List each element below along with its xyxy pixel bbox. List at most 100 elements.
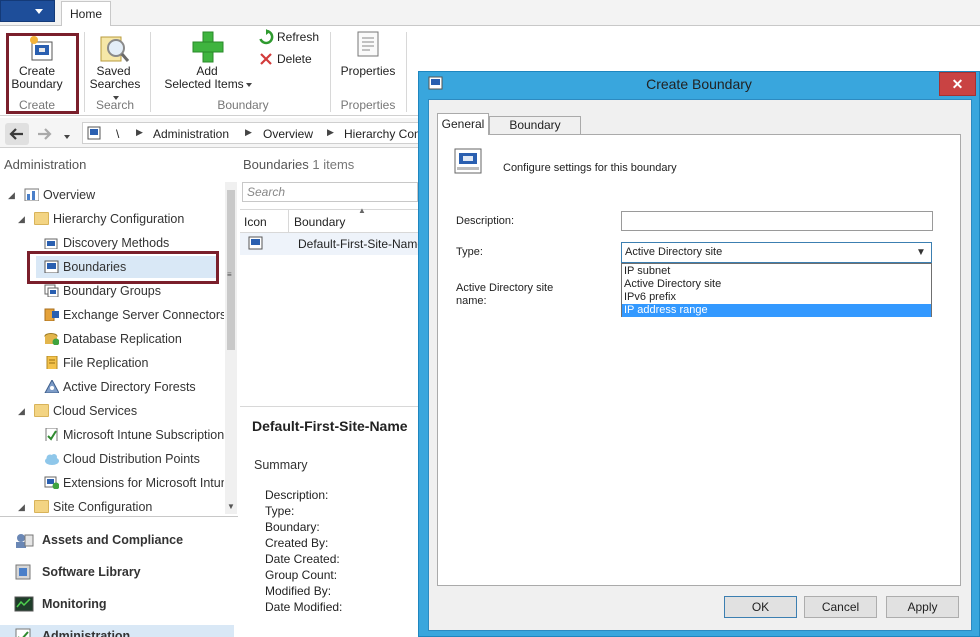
discovery-methods-icon xyxy=(44,238,58,249)
nav-pane-title: Administration xyxy=(4,157,87,172)
tree-item-extensions-intune[interactable]: Extensions for Microsoft Intune xyxy=(0,472,224,494)
delete-label: Delete xyxy=(277,52,312,66)
details-title: Default-First-Site-Name xyxy=(252,418,408,434)
search-input[interactable]: Search xyxy=(242,182,418,202)
detail-field-date-modified: Date Modified: xyxy=(265,600,343,614)
tab-boundary-groups[interactable]: Boundary Groups xyxy=(489,116,581,149)
tree-item-file-replication[interactable]: File Replication xyxy=(0,352,220,374)
navigation-tree: ◢ Overview ◢ Hierarchy Configuration Dis… xyxy=(0,180,224,516)
history-dropdown[interactable] xyxy=(62,127,74,141)
tab-home[interactable]: Home xyxy=(61,1,111,27)
add-plus-icon xyxy=(192,31,224,63)
delete-x-icon xyxy=(260,53,272,65)
column-divider xyxy=(288,210,289,232)
console-icon xyxy=(87,126,101,140)
highlight-create-boundary xyxy=(6,33,79,114)
group-label-search: Search xyxy=(95,98,135,112)
description-label: Description: xyxy=(456,215,515,227)
forward-arrow-icon xyxy=(38,128,52,140)
close-button[interactable]: ✕ xyxy=(939,72,976,96)
group-label-boundary: Boundary xyxy=(217,98,269,112)
monitoring-icon xyxy=(14,596,34,612)
apply-button[interactable]: Apply xyxy=(886,596,959,618)
detail-field-boundary: Boundary: xyxy=(265,520,320,534)
general-tab-panel xyxy=(437,134,961,586)
detail-field-type: Type: xyxy=(265,504,295,518)
properties-button[interactable]: Properties xyxy=(336,30,400,82)
detail-field-created-by: Created By: xyxy=(265,536,329,550)
tree-item-overview[interactable]: ◢ Overview xyxy=(0,184,220,206)
back-arrow-icon xyxy=(9,128,23,140)
folder-icon xyxy=(34,500,49,513)
ad-site-label-line1: Active Directory site xyxy=(456,282,554,294)
file-replication-icon xyxy=(46,356,58,369)
add-selected-items-button[interactable]: Add Selected Items xyxy=(160,30,256,92)
breadcrumb-separator-icon: ▶ xyxy=(136,127,143,137)
pane-divider[interactable] xyxy=(240,406,418,407)
add-line2: Selected Items xyxy=(160,78,256,91)
dialog-title: Create Boundary xyxy=(646,76,752,92)
intune-subscription-icon xyxy=(45,428,58,441)
tree-item-active-directory-forests[interactable]: Active Directory Forests xyxy=(0,376,220,398)
tree-item-exchange-server-connectors[interactable]: Exchange Server Connectors xyxy=(0,304,224,326)
saved-searches-button[interactable]: Saved Searches xyxy=(86,34,144,100)
ok-button[interactable]: OK xyxy=(724,596,797,618)
properties-label: Properties xyxy=(340,64,396,78)
tab-general[interactable]: General xyxy=(437,113,489,135)
delete-button[interactable]: Delete xyxy=(258,51,322,67)
breadcrumb-administration[interactable]: Administration xyxy=(153,127,229,141)
properties-icon xyxy=(357,31,379,57)
workspace-bar: Assets and Compliance Software Library M… xyxy=(0,516,238,637)
boundary-row-icon xyxy=(248,236,263,250)
type-select[interactable]: Active Directory site xyxy=(621,242,932,263)
chevron-down-icon[interactable]: ▼ xyxy=(916,247,926,258)
type-option-ip-address-range[interactable]: IP address range xyxy=(622,304,931,317)
overview-icon xyxy=(24,188,39,201)
list-column-headers: Icon Boundary ▲ xyxy=(240,206,418,233)
ribbon-divider xyxy=(84,32,85,112)
tree-item-cloud-services[interactable]: ◢ Cloud Services xyxy=(0,400,220,422)
ribbon-divider xyxy=(406,32,407,112)
refresh-button[interactable]: Refresh xyxy=(258,29,322,45)
tree-item-hierarchy-configuration[interactable]: ◢ Hierarchy Configuration xyxy=(0,208,220,230)
detail-field-group-count: Group Count: xyxy=(265,568,338,582)
breadcrumb-overview[interactable]: Overview xyxy=(263,127,313,141)
cloud-icon xyxy=(45,454,59,465)
collapse-triangle-icon: ◢ xyxy=(18,502,25,512)
highlight-boundaries xyxy=(27,251,219,284)
software-library-icon xyxy=(15,564,31,580)
description-field[interactable] xyxy=(621,211,933,231)
cancel-button[interactable]: Cancel xyxy=(804,596,877,618)
type-option-ipv6-prefix[interactable]: IPv6 prefix xyxy=(622,291,931,304)
forward-button[interactable] xyxy=(32,123,56,145)
type-option-ip-subnet[interactable]: IP subnet xyxy=(622,265,931,278)
type-dropdown-list: IP subnet Active Directory site IPv6 pre… xyxy=(621,263,932,317)
dropdown-caret-icon xyxy=(245,82,252,87)
back-button[interactable] xyxy=(5,123,29,145)
boundary-groups-icon xyxy=(44,284,59,297)
folder-icon xyxy=(34,212,49,225)
column-header-boundary[interactable]: Boundary xyxy=(294,215,345,229)
tree-item-site-configuration[interactable]: ◢ Site Configuration xyxy=(0,496,220,516)
refresh-icon xyxy=(259,29,274,45)
column-header-icon[interactable]: Icon xyxy=(244,215,267,229)
detail-field-description: Description: xyxy=(265,488,329,502)
detail-field-date-created: Date Created: xyxy=(265,552,340,566)
table-row[interactable]: Default-First-Site-Name xyxy=(240,233,424,255)
database-replication-icon xyxy=(44,333,59,345)
workspace-administration[interactable]: Administration xyxy=(0,625,234,637)
app-menu-button[interactable] xyxy=(0,0,55,22)
grip-icon: ≡ xyxy=(227,270,232,279)
tree-item-database-replication[interactable]: Database Replication xyxy=(0,328,220,350)
type-option-ad-site[interactable]: Active Directory site xyxy=(622,278,931,291)
breadcrumb-root[interactable]: \ xyxy=(116,127,119,141)
collapse-triangle-icon: ◢ xyxy=(8,190,15,200)
scroll-down-icon[interactable]: ▼ xyxy=(227,502,235,511)
ad-site-label-line2: name: xyxy=(456,295,487,307)
administration-icon xyxy=(15,628,31,637)
chevron-down-icon xyxy=(35,9,43,14)
exchange-connector-icon xyxy=(44,308,59,321)
tree-item-cloud-distribution-points[interactable]: Cloud Distribution Points xyxy=(0,448,220,470)
tree-item-intune-subscription[interactable]: Microsoft Intune Subscription xyxy=(0,424,224,446)
breadcrumb-hierarchy[interactable]: Hierarchy Con xyxy=(344,127,418,141)
